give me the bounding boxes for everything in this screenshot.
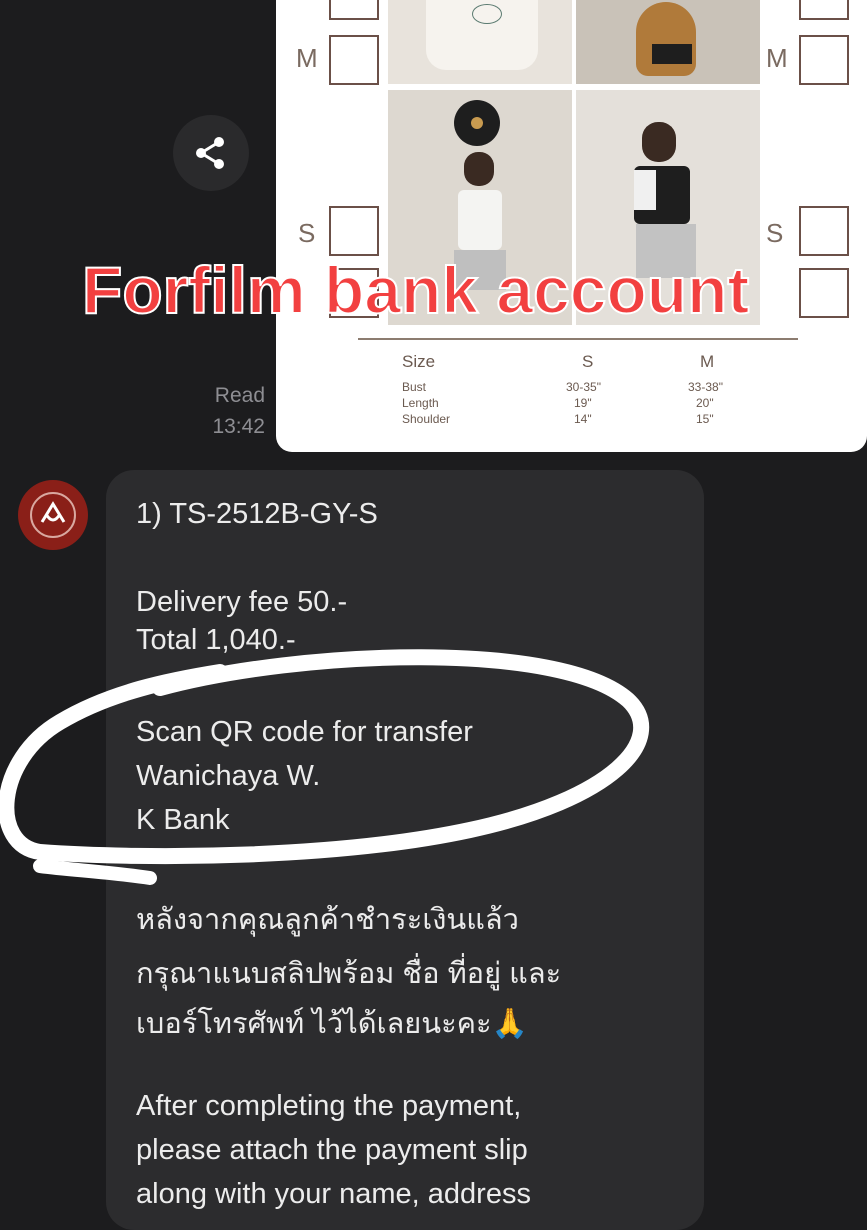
overlay-title: Forfilm bank account bbox=[81, 252, 750, 328]
highlight-scribble bbox=[0, 649, 649, 885]
